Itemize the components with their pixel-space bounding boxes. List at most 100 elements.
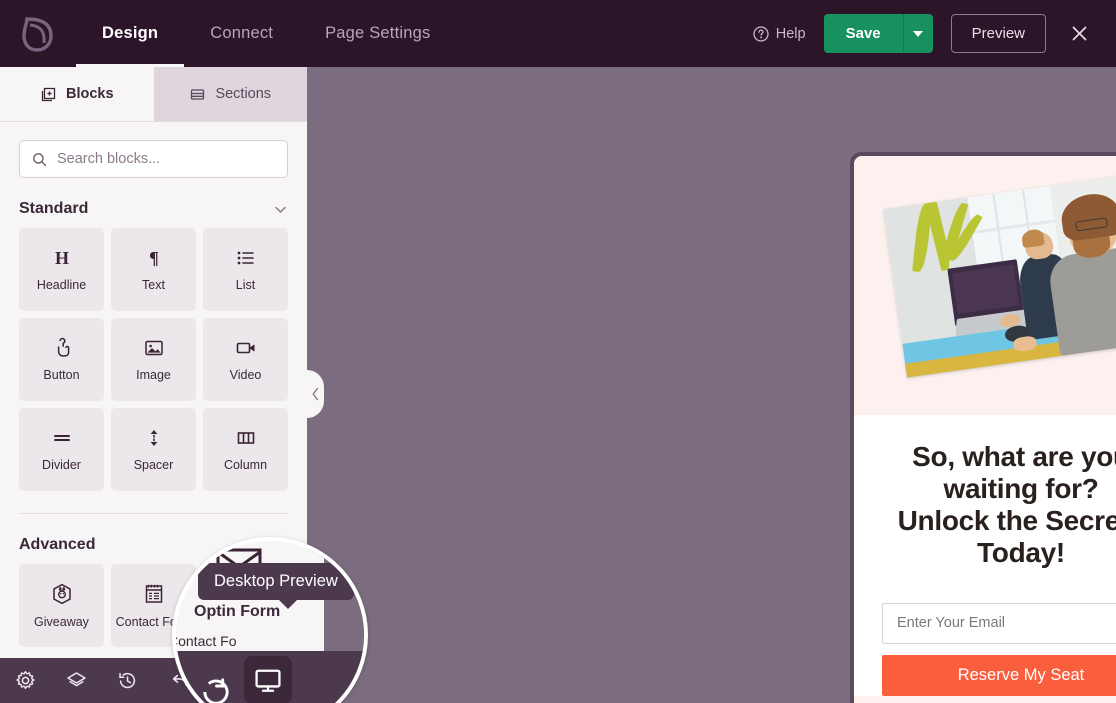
chevron-down-icon[interactable]	[273, 202, 288, 217]
chevron-down-icon	[913, 30, 924, 37]
magnified-optin-label: Optin Form	[194, 603, 281, 620]
block-video[interactable]: Video	[203, 318, 288, 401]
cta-button[interactable]: Reserve My Seat	[882, 654, 1116, 696]
button-tap-icon	[51, 337, 73, 359]
headline-line-3: Unlock the Secrets	[897, 504, 1116, 536]
block-image-label: Image	[136, 368, 171, 382]
group-title-advanced: Advanced	[19, 536, 96, 553]
save-dropdown-toggle[interactable]	[902, 14, 933, 53]
save-button-group: Save	[823, 14, 933, 53]
magnified-contact-label: Contact Fo	[176, 633, 237, 649]
tab-sections-label: Sections	[215, 86, 272, 102]
history-clock-icon	[119, 672, 136, 689]
headline-section[interactable]: So, what are you waiting for? Unlock the…	[854, 415, 1116, 569]
block-headline-label: Headline	[36, 278, 87, 292]
toolbar-settings-button[interactable]	[0, 670, 51, 691]
block-list-label: List	[235, 278, 256, 292]
hero-image[interactable]	[883, 174, 1116, 378]
block-divider[interactable]: Divider	[19, 408, 104, 491]
block-text[interactable]: ¶ Text	[111, 228, 196, 311]
toolbar-layers-button[interactable]	[51, 670, 102, 691]
block-giveaway-label: Giveaway	[34, 615, 89, 629]
video-camera-icon	[235, 337, 257, 359]
nav-tab-design-label: Design	[102, 24, 159, 42]
desktop-preview-tooltip: Desktop Preview	[198, 563, 354, 609]
preview-button[interactable]: Preview	[950, 14, 1046, 53]
block-image[interactable]: Image	[111, 318, 196, 401]
giveaway-rabbit-icon	[50, 582, 74, 606]
hero-image-art	[883, 174, 1116, 378]
gear-settings-icon	[16, 670, 35, 690]
group-header-standard[interactable]: Standard	[0, 178, 307, 228]
sidebar-tabs: Blocks Sections	[0, 67, 307, 121]
headline-h-icon: H	[51, 247, 73, 269]
search-input[interactable]	[57, 151, 275, 167]
columns-icon	[235, 427, 257, 449]
svg-text:H: H	[54, 248, 68, 268]
hero-section[interactable]	[854, 156, 1116, 415]
block-column[interactable]: Column	[203, 408, 288, 491]
primary-nav: Design Connect Page Settings	[76, 0, 456, 67]
spacer-arrows-icon	[143, 427, 165, 449]
block-spacer-label: Spacer	[133, 458, 174, 472]
search-icon	[33, 152, 47, 166]
block-giveaway[interactable]: Giveaway	[19, 564, 104, 647]
device-preview-frame: So, what are you waiting for? Unlock the…	[850, 152, 1116, 703]
search-container	[0, 122, 307, 178]
toolbar-history-button[interactable]	[102, 670, 153, 691]
preview-headline: So, what are you waiting for? Unlock the…	[878, 441, 1116, 569]
device-screen: So, what are you waiting for? Unlock the…	[854, 156, 1116, 703]
magnifier-content: Optin Form Contact Fo Desktop Preview	[176, 541, 364, 703]
layers-icon	[67, 672, 86, 687]
tab-sections[interactable]: Sections	[153, 67, 307, 121]
tab-blocks[interactable]: Blocks	[0, 67, 154, 121]
nav-tab-page-settings[interactable]: Page Settings	[299, 0, 456, 67]
block-video-label: Video	[229, 368, 262, 382]
top-header: Design Connect Page Settings Help Save P…	[0, 0, 1116, 67]
block-headline[interactable]: H Headline	[19, 228, 104, 311]
magnified-redo-icon[interactable]	[198, 674, 234, 703]
close-x-icon	[1072, 26, 1086, 41]
magnifier-callout: Optin Form Contact Fo Desktop Preview	[172, 537, 368, 703]
headline-line-2: waiting for?	[943, 472, 1099, 504]
block-spacer[interactable]: Spacer	[111, 408, 196, 491]
optin-form-section[interactable]: Reserve My Seat	[854, 568, 1116, 696]
close-editor-button[interactable]	[1064, 19, 1094, 49]
save-button[interactable]: Save	[823, 14, 903, 53]
nav-tab-connect-label: Connect	[210, 24, 274, 42]
tab-blocks-label: Blocks	[65, 86, 114, 102]
bullet-list-icon	[235, 247, 257, 269]
editor-canvas[interactable]: So, what are you waiting for? Unlock the…	[307, 67, 1116, 703]
magnified-desktop-preview-button[interactable]	[244, 656, 292, 703]
app-logo[interactable]	[0, 0, 76, 67]
headline-line-4: Today!	[977, 536, 1065, 568]
image-picture-icon	[143, 337, 165, 359]
divider-lines-icon	[51, 427, 73, 449]
leaf-logo-icon	[22, 16, 53, 52]
header-actions: Help Save Preview	[753, 14, 1116, 53]
nav-tab-design[interactable]: Design	[76, 0, 185, 67]
block-button-label: Button	[43, 368, 80, 382]
question-circle-icon	[753, 25, 769, 42]
blocks-icon	[41, 87, 56, 101]
group-title-standard: Standard	[19, 200, 89, 217]
block-button[interactable]: Button	[19, 318, 104, 401]
block-divider-label: Divider	[42, 458, 81, 472]
headline-line-1: So, what are you	[912, 441, 1116, 472]
help-button[interactable]: Help	[753, 26, 806, 42]
email-input[interactable]	[882, 602, 1116, 644]
block-list[interactable]: List	[203, 228, 288, 311]
sections-icon	[191, 88, 205, 100]
magnified-undo-icon	[176, 681, 196, 703]
app-root: Design Connect Page Settings Help Save P…	[0, 0, 1116, 703]
svg-text:¶: ¶	[149, 248, 159, 268]
search-box[interactable]	[19, 140, 288, 178]
block-text-label: Text	[142, 278, 165, 292]
desktop-monitor-icon	[255, 669, 281, 692]
paragraph-pilcrow-icon: ¶	[143, 247, 165, 269]
contact-form-icon	[142, 582, 166, 606]
block-column-label: Column	[223, 458, 268, 472]
nav-tab-page-settings-label: Page Settings	[325, 24, 431, 42]
nav-tab-connect[interactable]: Connect	[184, 0, 299, 67]
help-label: Help	[775, 25, 806, 42]
